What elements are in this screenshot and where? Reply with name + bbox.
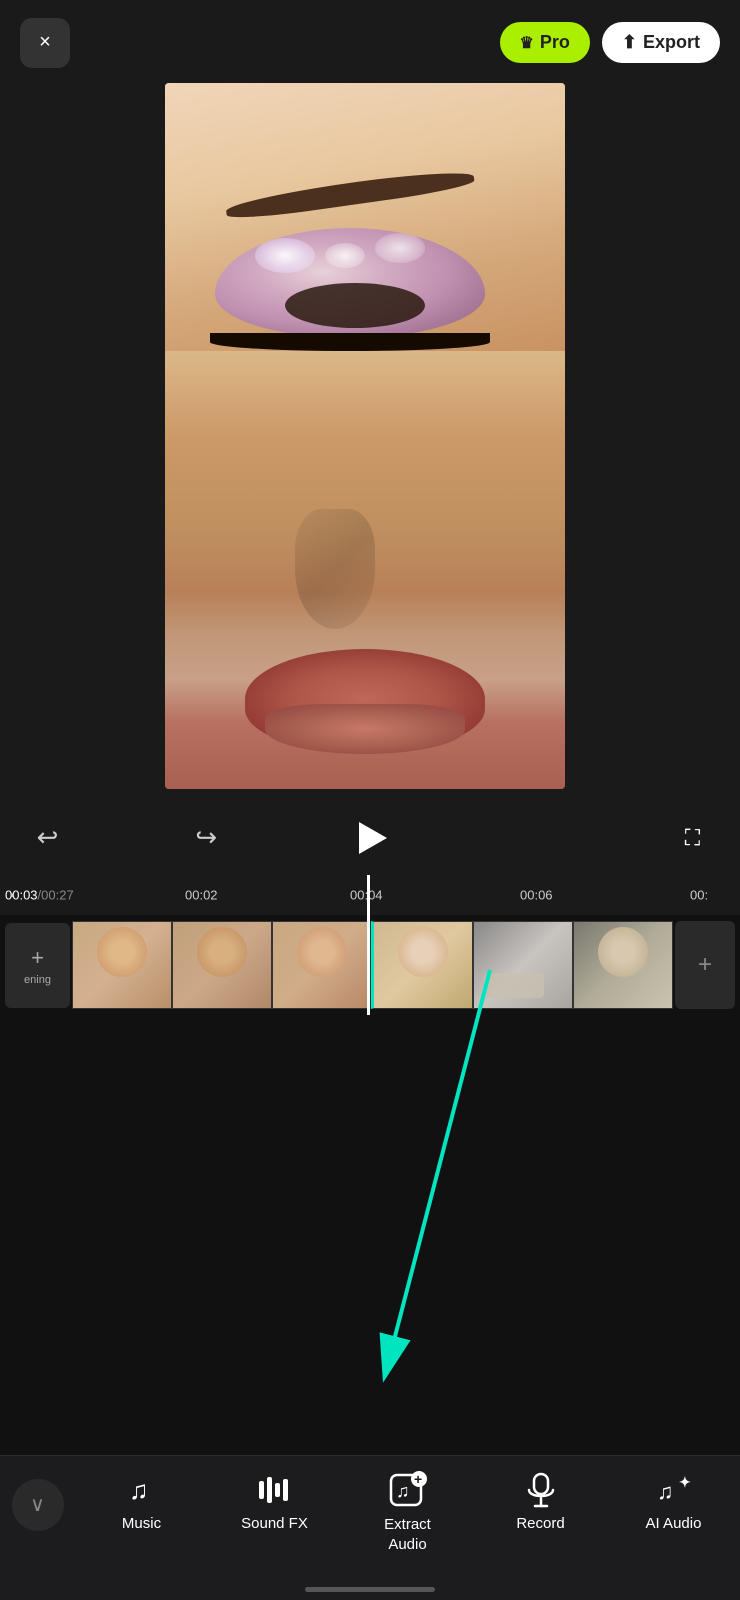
nav-item-extract-audio[interactable]: ♫ + ExtractAudio xyxy=(363,1471,453,1554)
time-marker-3: 00:06 xyxy=(520,888,553,903)
redo-icon: ↪ xyxy=(195,822,217,853)
filmstrip-frames xyxy=(72,921,673,1009)
fullscreen-button[interactable]: ⛶ xyxy=(670,815,715,860)
ai-audio-label: AI Audio xyxy=(646,1515,702,1533)
nav-item-music[interactable]: ♫ Music xyxy=(97,1471,187,1533)
export-button[interactable]: ⬆ Export xyxy=(602,22,720,63)
svg-text:♫: ♫ xyxy=(129,1475,149,1505)
extract-audio-icon: ♫ + xyxy=(389,1471,427,1509)
filmstrip: + ening + xyxy=(0,915,740,1015)
svg-text:♫: ♫ xyxy=(396,1481,410,1501)
frame-5 xyxy=(473,921,573,1009)
svg-text:✦: ✦ xyxy=(679,1474,691,1490)
sound-fx-label: Sound FX xyxy=(241,1515,308,1533)
extract-audio-label: ExtractAudio xyxy=(384,1515,431,1554)
chevron-down-icon: ∨ xyxy=(30,1495,45,1515)
undo-icon: ↩ xyxy=(37,822,59,853)
time-dot-1: • xyxy=(10,888,15,903)
filmstrip-add-right[interactable]: + xyxy=(675,921,735,1009)
nav-item-ai-audio[interactable]: ♫ ✦ AI Audio xyxy=(629,1471,719,1533)
timeline-ruler: 00:03/00:27 00:02 • 00:04 00:06 00: xyxy=(0,875,740,915)
nav-item-record[interactable]: Record xyxy=(496,1471,586,1533)
collapse-circle: ∨ xyxy=(12,1479,64,1531)
dark-background xyxy=(0,1015,740,1475)
record-label: Record xyxy=(516,1515,564,1533)
controls-bar: ↩ ↪ ⛶ xyxy=(0,800,740,875)
export-icon: ⬆ xyxy=(622,32,637,53)
fullscreen-icon: ⛶ xyxy=(685,825,700,851)
time-current: 00:03/00:27 xyxy=(5,888,74,903)
add-right-icon: + xyxy=(698,951,712,979)
pro-button[interactable]: ♛ Pro xyxy=(500,22,590,63)
frame-4 xyxy=(371,921,473,1009)
collapse-button[interactable]: ∨ xyxy=(0,1471,75,1531)
ai-audio-icon: ♫ ✦ xyxy=(655,1471,693,1509)
music-label: Music xyxy=(122,1515,161,1533)
sound-fx-icon xyxy=(257,1471,293,1509)
play-icon xyxy=(359,822,387,854)
top-bar: × ♛ Pro ⬆ Export xyxy=(0,0,740,85)
top-right-actions: ♛ Pro ⬆ Export xyxy=(500,22,720,63)
frame-6 xyxy=(573,921,673,1009)
video-preview[interactable] xyxy=(165,83,565,789)
svg-text:+: + xyxy=(414,1471,422,1487)
add-left-icon: + xyxy=(31,945,44,971)
nav-items: ♫ Music Sound FX xyxy=(75,1471,740,1554)
record-icon xyxy=(525,1471,557,1509)
playhead xyxy=(367,875,370,1015)
nav-item-sound-fx[interactable]: Sound FX xyxy=(230,1471,320,1533)
pro-label: Pro xyxy=(540,32,570,53)
bottom-nav: ∨ ♫ Music Sound FX xyxy=(0,1455,740,1600)
add-left-label: ening xyxy=(24,974,51,986)
redo-button[interactable]: ↪ xyxy=(184,815,229,860)
crown-icon: ♛ xyxy=(520,33,534,53)
home-indicator xyxy=(305,1587,435,1592)
time-marker-1: 00:02 xyxy=(185,888,218,903)
filmstrip-add-left[interactable]: + ening xyxy=(5,923,70,1008)
play-button[interactable] xyxy=(343,810,398,865)
frame-2 xyxy=(172,921,272,1009)
frame-3 xyxy=(272,921,372,1009)
close-icon: × xyxy=(39,31,51,54)
export-label: Export xyxy=(643,32,700,53)
frame-1 xyxy=(72,921,172,1009)
music-icon: ♫ xyxy=(125,1471,159,1509)
svg-text:♫: ♫ xyxy=(657,1479,674,1504)
undo-button[interactable]: ↩ xyxy=(25,815,70,860)
close-button[interactable]: × xyxy=(20,18,70,68)
video-frame xyxy=(165,83,565,789)
time-marker-4: 00: xyxy=(690,888,708,903)
